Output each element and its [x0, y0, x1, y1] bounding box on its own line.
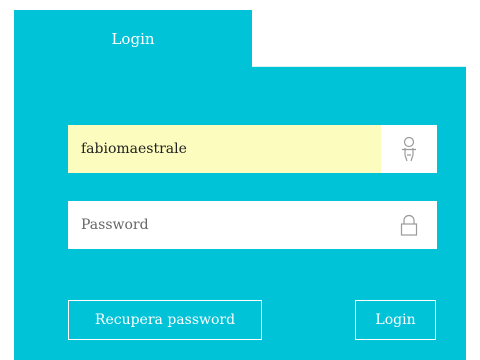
tab-login[interactable]: Login	[14, 10, 252, 67]
recover-password-button[interactable]: Recupera password	[68, 300, 262, 340]
lock-icon	[381, 201, 437, 249]
password-field	[68, 201, 437, 249]
password-input[interactable]	[68, 201, 381, 249]
recover-password-label: Recupera password	[94, 312, 236, 328]
user-icon	[381, 125, 437, 173]
login-button-label: Login	[375, 312, 416, 328]
tab-login-label: Login	[111, 29, 155, 48]
login-button[interactable]: Login	[355, 300, 436, 340]
username-input[interactable]	[68, 125, 381, 173]
tab-bar-empty-area	[252, 10, 466, 67]
login-panel: Login Recupera password Login	[14, 10, 466, 360]
username-field	[68, 125, 437, 173]
tab-bar: Login	[14, 10, 466, 67]
